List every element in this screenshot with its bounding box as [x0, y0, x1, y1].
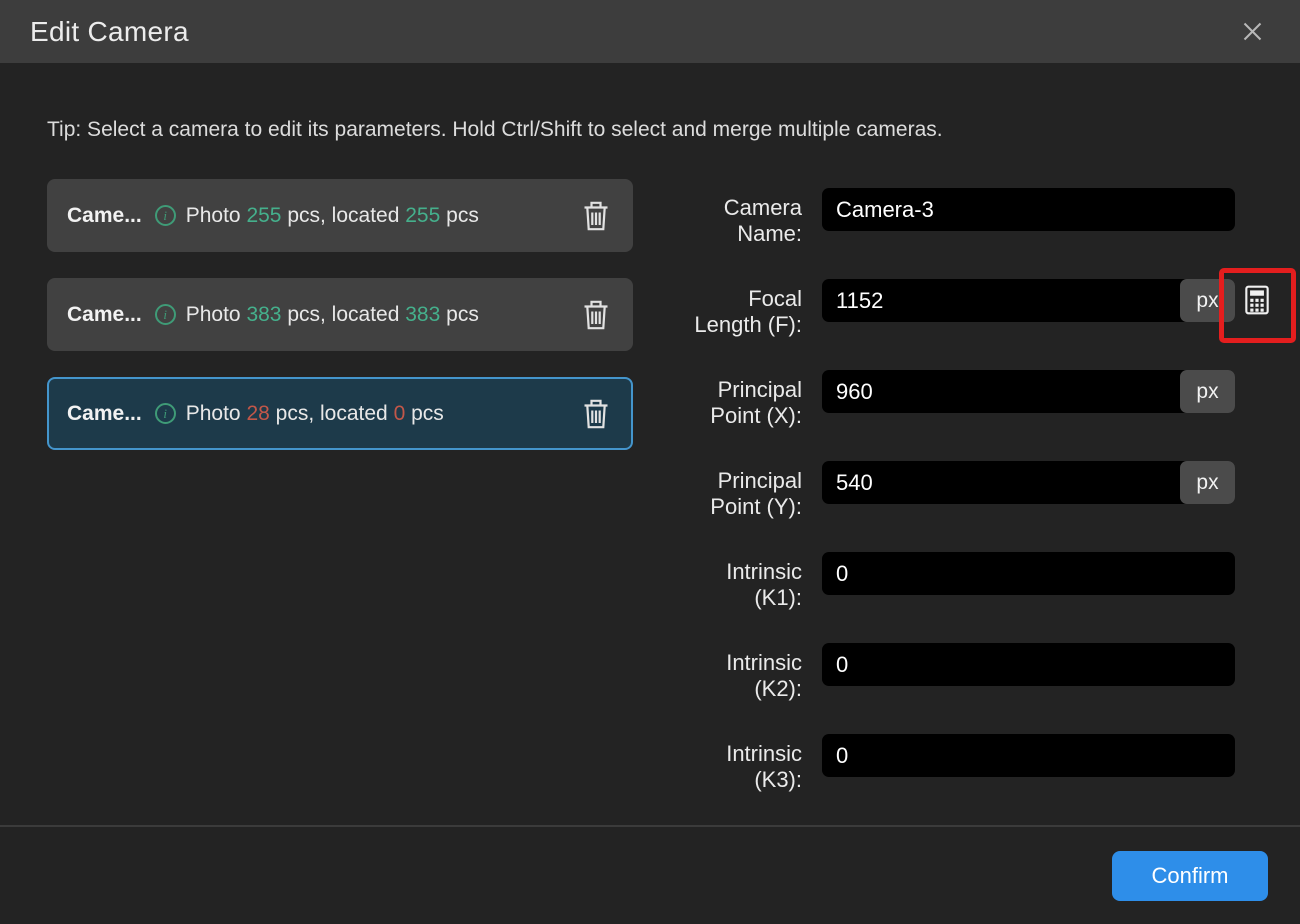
- camera-parameters-form: Camera Name: Focal Length (F): px: [690, 188, 1300, 808]
- delete-camera-button[interactable]: [577, 294, 615, 336]
- camera-photo-stats: Photo 28 pcs, located 0 pcs: [186, 402, 444, 426]
- tip-text: Tip: Select a camera to edit its paramet…: [0, 63, 1300, 143]
- stats-mid-words: pcs, located: [287, 204, 399, 227]
- camera-list-item-1[interactable]: Came... i Photo 255 pcs, located 255 pcs: [47, 179, 633, 252]
- confirm-button[interactable]: Confirm: [1112, 851, 1268, 901]
- principal-point-x-field-label: Principal Point (X):: [690, 370, 802, 429]
- focal-length-calculator-button[interactable]: [1241, 284, 1273, 316]
- intrinsic-k2-field-label: Intrinsic (K2):: [690, 643, 802, 702]
- photo-count: 255: [246, 204, 281, 227]
- stats-end-word: pcs: [446, 303, 479, 326]
- intrinsic-k1-input[interactable]: [822, 552, 1235, 595]
- camera-list-item-3-selected[interactable]: Came... i Photo 28 pcs, located 0 pcs: [47, 377, 633, 450]
- photo-count: 28: [246, 402, 269, 425]
- px-unit-suffix: px: [1180, 370, 1235, 413]
- intrinsic-k3-input[interactable]: [822, 734, 1235, 777]
- px-unit-suffix: px: [1180, 461, 1235, 504]
- camera-photo-stats: Photo 383 pcs, located 383 pcs: [186, 303, 479, 327]
- stats-end-word: pcs: [446, 204, 479, 227]
- trash-icon: [581, 199, 611, 233]
- camera-photo-stats: Photo 255 pcs, located 255 pcs: [186, 204, 479, 228]
- stats-end-word: pcs: [411, 402, 444, 425]
- camera-list-item-2[interactable]: Came... i Photo 383 pcs, located 383 pcs: [47, 278, 633, 351]
- form-row-intrinsic-k3: Intrinsic (K3):: [690, 734, 1300, 793]
- intrinsic-k3-field-label: Intrinsic (K3):: [690, 734, 802, 793]
- delete-camera-button[interactable]: [577, 393, 615, 435]
- located-count: 255: [405, 204, 440, 227]
- camera-name-label: Came...: [67, 402, 142, 426]
- intrinsic-k2-input[interactable]: [822, 643, 1235, 686]
- focal-length-input[interactable]: [822, 279, 1235, 322]
- delete-camera-button[interactable]: [577, 195, 615, 237]
- camera-name-field-label: Camera Name:: [690, 188, 802, 247]
- form-row-camera-name: Camera Name:: [690, 188, 1300, 247]
- photo-count: 383: [246, 303, 281, 326]
- focal-length-field-label: Focal Length (F):: [690, 279, 802, 338]
- info-icon: i: [155, 304, 176, 325]
- stats-photo-word: Photo: [186, 402, 241, 425]
- camera-name-label: Came...: [67, 303, 142, 327]
- trash-icon: [581, 397, 611, 431]
- form-row-focal-length: Focal Length (F): px: [690, 279, 1300, 338]
- located-count: 0: [394, 402, 406, 425]
- stats-photo-word: Photo: [186, 303, 241, 326]
- form-row-intrinsic-k1: Intrinsic (K1):: [690, 552, 1300, 611]
- trash-icon: [581, 298, 611, 332]
- camera-name-input[interactable]: [822, 188, 1235, 231]
- form-row-intrinsic-k2: Intrinsic (K2):: [690, 643, 1300, 702]
- principal-point-y-input[interactable]: [822, 461, 1235, 504]
- dialog-footer: Confirm: [0, 825, 1300, 924]
- intrinsic-k1-field-label: Intrinsic (K1):: [690, 552, 802, 611]
- dialog-title: Edit Camera: [30, 16, 189, 48]
- calculator-icon: [1241, 284, 1273, 316]
- principal-point-x-input[interactable]: [822, 370, 1235, 413]
- dialog-body: Tip: Select a camera to edit its paramet…: [0, 63, 1300, 823]
- form-row-principal-point-x: Principal Point (X): px: [690, 370, 1300, 429]
- info-icon: i: [155, 205, 176, 226]
- close-icon: [1239, 18, 1266, 45]
- located-count: 383: [405, 303, 440, 326]
- stats-photo-word: Photo: [186, 204, 241, 227]
- stats-mid-words: pcs, located: [287, 303, 399, 326]
- dialog-titlebar: Edit Camera: [0, 0, 1300, 63]
- px-unit-suffix: px: [1180, 279, 1235, 322]
- stats-mid-words: pcs, located: [276, 402, 388, 425]
- camera-name-label: Came...: [67, 204, 142, 228]
- info-icon: i: [155, 403, 176, 424]
- camera-list: Came... i Photo 255 pcs, located 255 pcs: [47, 179, 633, 476]
- close-button[interactable]: [1230, 10, 1274, 54]
- form-row-principal-point-y: Principal Point (Y): px: [690, 461, 1300, 520]
- principal-point-y-field-label: Principal Point (Y):: [690, 461, 802, 520]
